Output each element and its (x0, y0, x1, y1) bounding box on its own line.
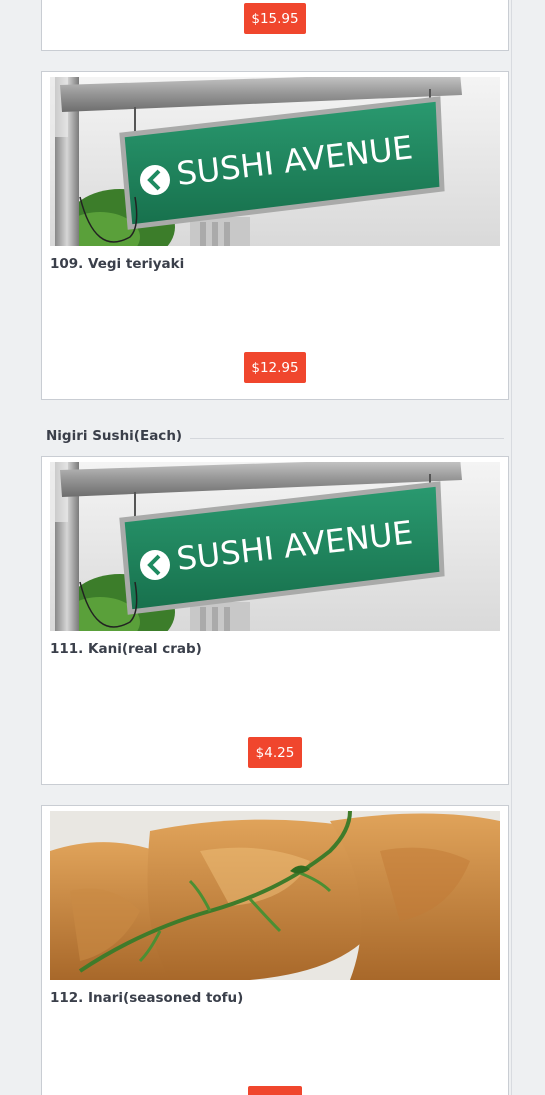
menu-item-title: 109. Vegi teriyaki (50, 256, 185, 272)
price-button[interactable] (248, 1086, 302, 1095)
menu-item-title: 112. Inari(seasoned tofu) (50, 990, 244, 1006)
price-button[interactable]: $15.95 (244, 3, 306, 34)
price-button[interactable]: $12.95 (244, 352, 306, 383)
menu-item-image (50, 811, 500, 980)
menu-item-title: 111. Kani(real crab) (50, 641, 202, 657)
menu-item-card[interactable]: 112. Inari(seasoned tofu) (41, 805, 509, 1095)
price-button[interactable]: $4.25 (248, 737, 302, 768)
menu-item-card[interactable]: SUSHI AVENUE 111. Kani(real crab) $4.25 (41, 456, 509, 785)
menu-item-card[interactable]: SUSHI AVENUE 109. Vegi teriyaki $12.95 (41, 71, 509, 400)
scrollbar[interactable] (511, 0, 545, 1095)
menu-item-image: SUSHI AVENUE (50, 462, 500, 631)
menu-item-card: $15.95 (41, 0, 509, 51)
section-header: Nigiri Sushi(Each) (46, 428, 504, 448)
menu-page: $15.95 SUSHI AVENUE 109. Vegi teriyaki $… (0, 0, 545, 1095)
menu-item-image: SUSHI AVENUE (50, 77, 500, 246)
section-title: Nigiri Sushi(Each) (46, 428, 191, 444)
